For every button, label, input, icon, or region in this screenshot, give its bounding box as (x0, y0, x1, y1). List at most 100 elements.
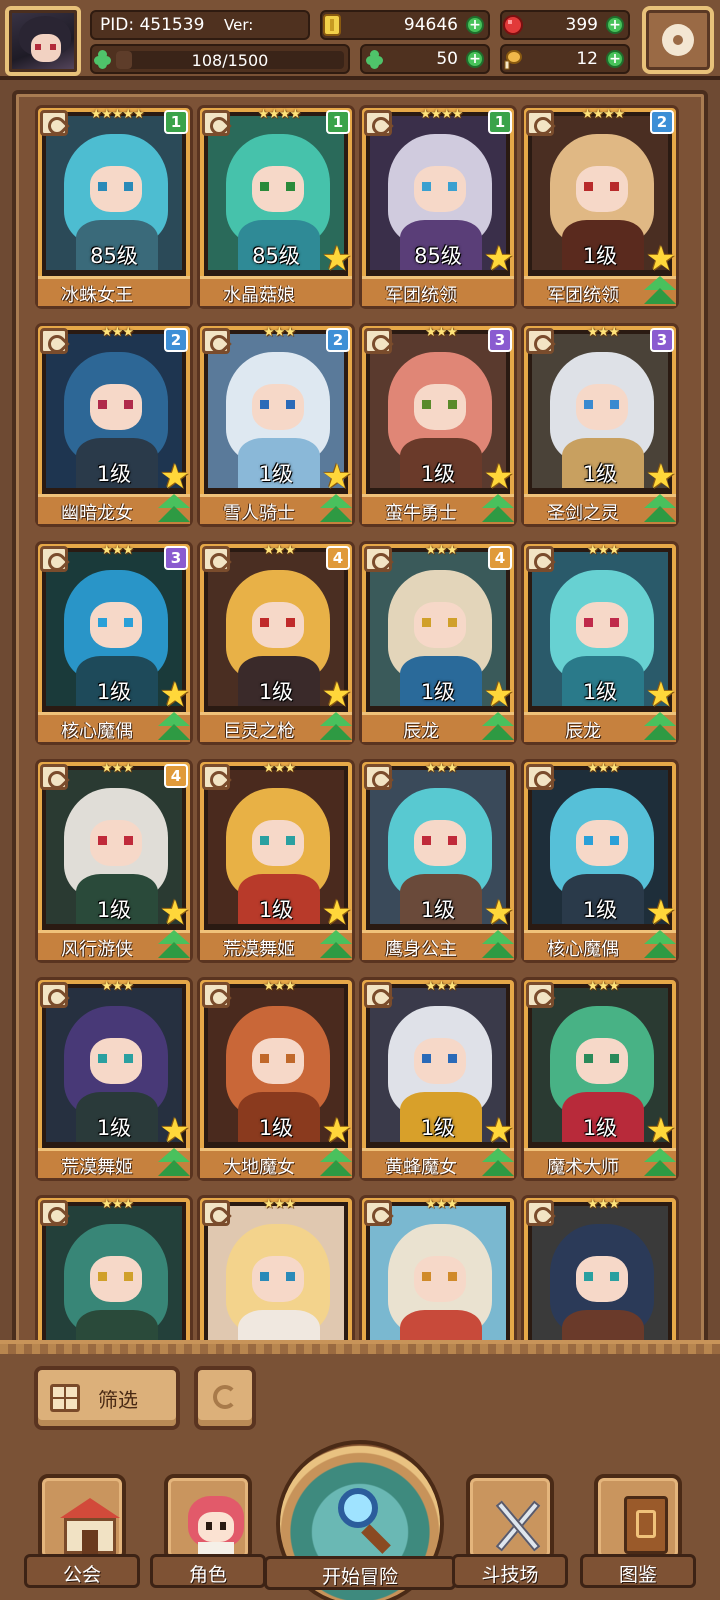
portrait-eye (610, 1272, 619, 1281)
nav-arena-button[interactable]: 斗技场 (452, 1470, 568, 1600)
character-card[interactable]: ★★★ 1级 核心魔偶 ★ (524, 761, 676, 960)
character-name: 魔术大师 (547, 1157, 619, 1178)
weapon-type-icon (364, 328, 392, 354)
portrait-eye (422, 400, 431, 409)
character-card[interactable]: ★★★★ 1 85级 军团统领 ★ (362, 107, 514, 306)
portrait-eye (286, 618, 295, 627)
weapon-type-icon (526, 546, 554, 572)
character-name: 辰龙 (403, 721, 439, 742)
refresh-button[interactable] (194, 1366, 256, 1430)
character-name: 辰龙 (565, 721, 601, 742)
character-card[interactable]: ★★★ 1级 黄蜂魔女 ★ (362, 979, 514, 1178)
star-rating: ★★★ (263, 543, 296, 558)
nav-guild-label: 公会 (62, 1564, 101, 1586)
character-name: 圣剑之灵 (547, 503, 619, 524)
character-card[interactable]: ★★★ 2 1级 幽暗龙女 ★ (38, 325, 191, 524)
character-name: 荒漠舞姬 (61, 1157, 133, 1178)
character-card[interactable]: ★★★ (524, 1197, 676, 1346)
portrait-eye (260, 1272, 269, 1281)
add-gem-button[interactable]: + (606, 16, 624, 34)
portrait-eye (286, 836, 295, 845)
character-card[interactable]: ★★★ 3 1级 蛮牛勇士 ★ (362, 325, 515, 524)
star-rating: ★★★ (263, 761, 296, 776)
character-card[interactable]: ★★★★★ 1 85级 冰蛛女王 (38, 107, 190, 306)
level-up-arrow-icon (644, 930, 676, 960)
nav-codex-button[interactable]: 图鉴 (580, 1470, 696, 1600)
character-card[interactable]: ★★★ 1级 魔术大师 ★ (524, 979, 676, 1178)
rank-badge: 4 (326, 546, 350, 570)
portrait-eye (98, 618, 107, 627)
character-card[interactable]: ★★★ 2 1级 雪人骑士 ★ (200, 325, 352, 524)
portrait-eye (124, 1272, 133, 1281)
character-card[interactable]: ★★★ (38, 1197, 190, 1346)
character-card[interactable]: ★★★ (200, 1197, 352, 1346)
portrait-eye (286, 400, 295, 409)
portrait-eye (422, 1272, 431, 1281)
star-upgrade-icon: ★ (483, 457, 515, 497)
level-up-arrow-icon (158, 494, 190, 524)
nav-adventure-button[interactable]: 开始冒险 (264, 1440, 456, 1600)
nav-guild-button[interactable]: 公会 (24, 1470, 140, 1600)
level-up-arrow-icon (320, 494, 352, 524)
character-name: 军团统领 (547, 285, 619, 306)
character-card[interactable]: ★★★ 1级 荒漠舞姬 ★ (200, 761, 352, 960)
portrait-eye (610, 836, 619, 845)
nav-label-bar: 斗技场 (452, 1554, 568, 1588)
add-clover-button[interactable]: + (466, 50, 484, 68)
character-card[interactable]: ★★★ 1级 鹰身公主 ★ (362, 761, 514, 960)
character-girl-face (198, 1512, 234, 1542)
meat-value: 12 (576, 49, 598, 69)
portrait-eye (448, 1272, 457, 1281)
nav-arena-tile (466, 1474, 554, 1562)
character-name: 军团统领 (385, 285, 457, 306)
nav-roles-button[interactable]: 角色 (150, 1470, 266, 1600)
character-card[interactable]: ★★★★ 1 85级 水晶菇娘 ★ (200, 107, 352, 306)
star-upgrade-icon: ★ (159, 457, 191, 497)
character-card[interactable]: ★★★ (362, 1197, 514, 1346)
star-rating: ★★★ (425, 761, 458, 776)
portrait-eye (260, 182, 269, 191)
character-card[interactable]: ★★★ 3 1级 圣剑之灵 ★ (524, 325, 676, 524)
nav-codex-label: 图鉴 (618, 1564, 657, 1586)
portrait-eye (610, 618, 619, 627)
character-portrait (532, 1206, 668, 1346)
weapon-type-icon (40, 982, 68, 1008)
character-card[interactable]: ★★★ 3 1级 核心魔偶 ★ (38, 543, 190, 742)
clover-counter: 50 + (360, 44, 490, 74)
name-bar: 水晶菇娘 (200, 276, 352, 306)
rank-badge: 2 (650, 110, 674, 134)
star-rating: ★★★ (101, 761, 134, 776)
character-card[interactable]: ★★★ 1级 辰龙 ★ (524, 543, 676, 742)
character-card[interactable]: ★★★ 4 1级 风行游侠 ★ (38, 761, 191, 960)
level-up-arrow-icon (482, 494, 514, 524)
bottom-trim (0, 1344, 720, 1354)
portrait-eye (98, 1272, 107, 1281)
star-upgrade-icon: ★ (159, 893, 191, 933)
add-meat-button[interactable]: + (606, 50, 624, 68)
star-rating: ★★★ (587, 543, 620, 558)
filter-button[interactable]: 筛选 (34, 1366, 180, 1430)
portrait-eye (448, 618, 457, 627)
add-gold-button[interactable]: + (466, 16, 484, 34)
weapon-type-icon (40, 546, 68, 572)
character-card[interactable]: ★★★ 1级 大地魔女 ★ (200, 979, 352, 1178)
nav-label-bar: 角色 (150, 1554, 266, 1588)
portrait-eye (422, 836, 431, 845)
weapon-type-icon (364, 764, 392, 790)
star-rating: ★★★ (425, 979, 458, 994)
guild-house-door (82, 1530, 98, 1554)
character-card[interactable]: ★★★★ 2 1级 军团统领 ★ (524, 107, 676, 306)
portrait-eye (260, 1054, 269, 1063)
star-upgrade-icon: ★ (321, 675, 353, 715)
level-up-arrow-icon (320, 930, 352, 960)
character-card[interactable]: ★★★ 4 1级 辰龙 ★ (362, 543, 514, 742)
weapon-type-icon (364, 982, 392, 1008)
level-up-arrow-icon (644, 494, 676, 524)
player-avatar[interactable] (5, 6, 81, 76)
character-card[interactable]: ★★★ 4 1级 巨灵之枪 ★ (200, 543, 353, 742)
top-bar: PID: 451539 Ver: 1.0.0.9 108/1500 94646 … (0, 0, 720, 80)
portrait-eye (286, 182, 295, 191)
settings-button[interactable] (642, 6, 714, 74)
character-card[interactable]: ★★★ 1级 荒漠舞姬 ★ (38, 979, 190, 1178)
character-name: 雪人骑士 (223, 503, 295, 524)
